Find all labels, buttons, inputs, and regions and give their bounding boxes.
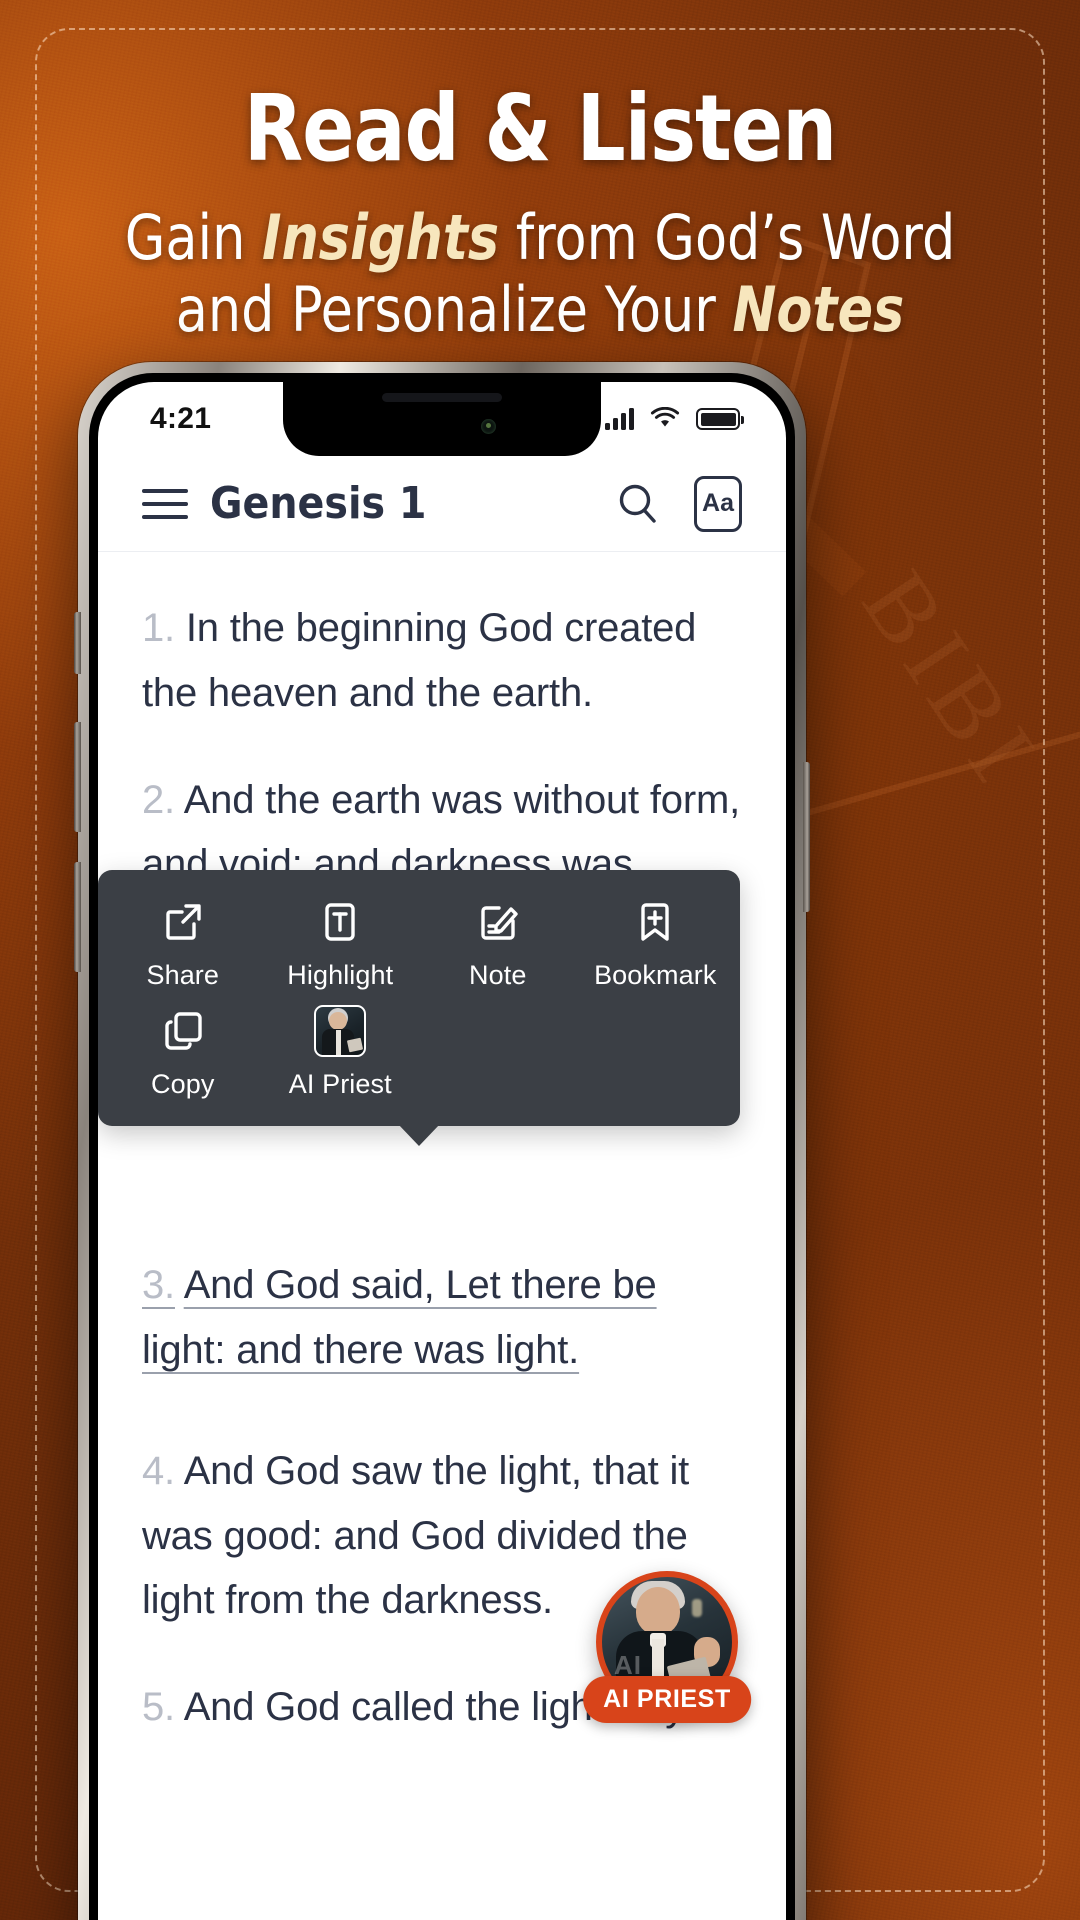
app-header: Genesis 1 Aa [98, 456, 786, 552]
toolbar-item-label: Copy [151, 1069, 215, 1099]
note-pencil-icon [472, 896, 524, 948]
volume-down-button[interactable] [74, 862, 81, 972]
battery-full-icon [696, 408, 744, 430]
toolbar-item-label: Share [146, 960, 220, 990]
text-selection-toolbar[interactable]: Share Highlight Note Bookmark Copy AI Pr… [98, 870, 740, 1126]
verse-number: 4. [142, 1448, 175, 1493]
subheadline-emphasis-insights: Insights [261, 200, 500, 274]
verse-item-3[interactable]: 3. And God said, Let there be light: and… [142, 1253, 742, 1383]
toolbar-item-spacer-b [577, 1001, 735, 1110]
promo-subheadline: Gain Insights from God’s Word and Person… [32, 201, 1047, 346]
ai-priest-avatar-icon [314, 1005, 367, 1057]
toolbar-item-highlight[interactable]: Highlight [262, 892, 420, 1001]
subheadline-plain-a: Gain [124, 200, 262, 274]
verse-text[interactable]: And God said, Let there be light: and th… [142, 1263, 657, 1372]
status-bar-icons [605, 407, 744, 431]
subheadline-line1: Gain Insights from God’s Word [125, 201, 955, 274]
verse-list: 1. In the beginning God created the heav… [98, 552, 786, 1740]
subheadline-plain-b: from God’s Word [499, 200, 956, 274]
power-button[interactable] [803, 762, 810, 912]
search-icon[interactable] [616, 482, 660, 526]
hamburger-menu-icon[interactable] [142, 488, 188, 519]
phone-screen: 4:21 Genesis 1 Aa 1. In the beginning Go… [98, 382, 786, 1920]
toolbar-item-copy[interactable]: Copy [104, 1001, 262, 1110]
toolbar-item-label: AI Priest [288, 1069, 392, 1099]
ai-priest-floating-button[interactable]: AI AI PRIEST [583, 1571, 751, 1723]
toolbar-item-bookmark[interactable]: Bookmark [577, 892, 735, 1001]
volume-up-button[interactable] [74, 722, 81, 832]
verse-number: 2. [142, 777, 175, 822]
verse-number: 5. [142, 1685, 175, 1730]
toolbar-row-secondary: Copy AI Priest [104, 1001, 734, 1110]
phone-bezel: 4:21 Genesis 1 Aa 1. In the beginning Go… [89, 373, 795, 1920]
font-size-button[interactable]: Aa [694, 475, 742, 532]
wifi-icon [650, 407, 680, 427]
bookmark-add-icon [629, 896, 681, 948]
verse-number: 1. [142, 606, 175, 650]
cellular-signal-icon [605, 408, 634, 430]
verse-item-1[interactable]: 1. In the beginning God created the heav… [142, 596, 742, 726]
toolbar-row-primary: Share Highlight Note Bookmark [104, 892, 734, 1001]
toolbar-item-spacer-a [419, 1001, 577, 1110]
toolbar-item-label: Bookmark [594, 960, 717, 990]
toolbar-item-label: Note [469, 960, 527, 990]
toolbar-item-ai-priest[interactable]: AI Priest [262, 1001, 420, 1110]
status-bar: 4:21 [98, 382, 786, 456]
promo-text-block: Read & Listen Gain Insights from God’s W… [0, 82, 1080, 346]
promo-headline: Read & Listen [243, 75, 837, 182]
toolbar-item-note[interactable]: Note [419, 892, 577, 1001]
toolbar-item-share[interactable]: Share [104, 892, 262, 1001]
toolbar-item-label: Highlight [287, 960, 394, 990]
page-title: Genesis 1 [210, 478, 427, 529]
silent-switch-button[interactable] [74, 612, 81, 674]
header-actions: Aa [616, 475, 742, 532]
ai-priest-badge[interactable]: AI PRIEST [583, 1676, 751, 1723]
verse-number: 3. [142, 1263, 175, 1308]
verse-text[interactable]: In the beginning God created the heaven … [142, 606, 696, 715]
share-external-link-icon [157, 896, 209, 948]
copy-duplicate-icon [157, 1005, 209, 1057]
status-bar-time: 4:21 [150, 402, 212, 435]
subheadline-line2: and Personalize Your Notes [176, 273, 905, 346]
phone-mockup: 4:21 Genesis 1 Aa 1. In the beginning Go… [74, 362, 810, 1920]
subheadline-plain-c: and Personalize Your [175, 272, 733, 346]
highlight-text-t-icon [314, 896, 366, 948]
subheadline-emphasis-notes: Notes [732, 272, 905, 346]
